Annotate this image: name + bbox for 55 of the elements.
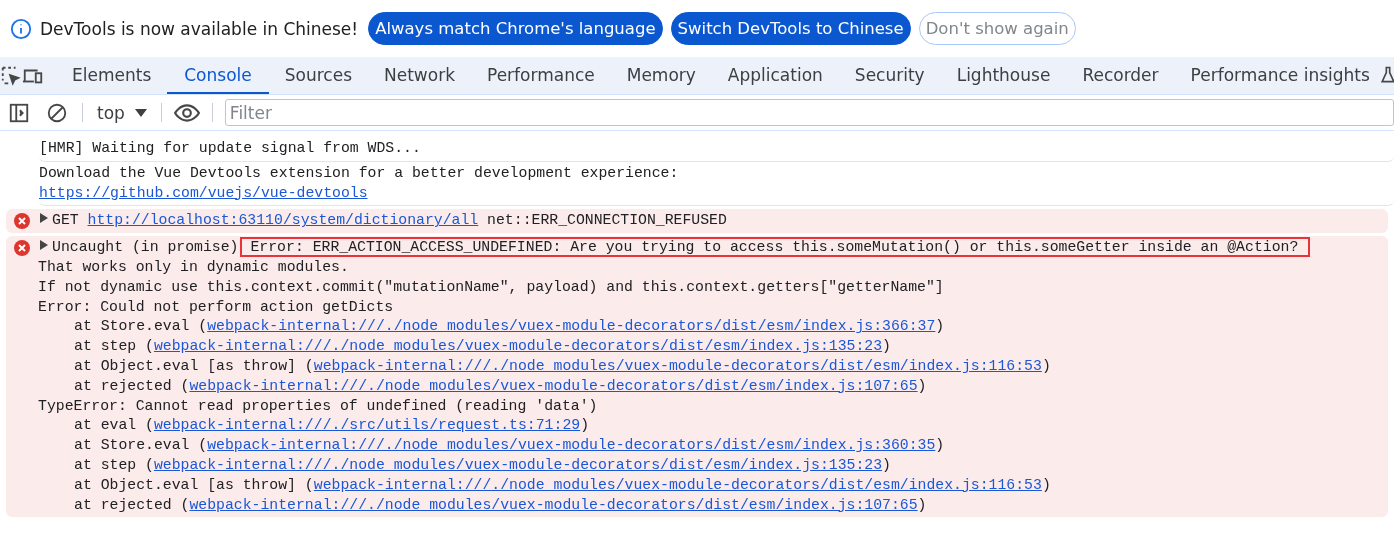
source-link[interactable]: webpack-internal:///./node_modules/vuex-module-decorators/dist/esm/index.js:360:35 [207,437,936,454]
source-link[interactable]: webpack-internal:///./node_modules/vuex-module-decorators/dist/esm/index.js:135:23 [153,456,883,473]
source-link[interactable]: http://localhost:63110/system/dictionary/all [87,212,479,229]
banner-button[interactable]: Switch DevTools to Chinese [670,12,911,45]
error-icon [14,213,30,230]
stack-frame: at Store.eval (webpack-internal:///./node_modules/vuex-module-decorators/dist/esm/index.js:366:37) [38,317,945,338]
console-text: GET http://localhost:63110/system/dictionary/all net::ERR_CONNECTION_REFUSED [38,211,727,232]
console-text: Download the Vue Devtools extension for a better development experience: [39,163,679,183]
banner-button[interactable]: Always match Chrome's language [368,12,663,45]
console-text: [HMR] Waiting for update signal from WDS... [39,139,421,158]
stack-frame: at eval (webpack-internal:///./src/utils/request.ts:71:29) [38,416,590,437]
filter-field[interactable]: Filter [224,99,1394,126]
source-link[interactable]: webpack-internal:///./src/utils/request.ts:71:29 [153,417,581,434]
highlighted-error-text: Error: ERR_ACTION_ACCESS_UNDEFINED: Are you trying to access this.someMutation() or this.someGetter inside an @Action? [240,237,1311,258]
stack-frame: at Object.eval [as throw] (webpack-internal:///./node_modules/vuex-module-decorators/dist/esm/index.js:116:53) [38,356,1051,377]
console-text: Uncaught (in promise) Error: ERR_ACTION_ACCESS_UNDEFINED: Are you trying to access this.someMutation() or this.someGetter inside an @Action? [38,238,1311,258]
clear-icon [46,101,68,124]
panel-tab[interactable]: Recorder [1066,57,1175,94]
expand-icon[interactable] [40,240,48,251]
panel-tab[interactable]: Performance insights [1174,57,1394,94]
inspect-icon [0,64,22,87]
panel-tab[interactable]: Lighthouse [940,57,1067,94]
banner-message: DevTools is now available in Chinese! [40,18,359,39]
panel-tab[interactable]: Sources [268,57,368,94]
error-icon [14,240,30,257]
source-link[interactable]: webpack-internal:///./node_modules/vuex-module-decorators/dist/esm/index.js:116:53 [313,357,1042,374]
stack-frame: at Object.eval [as throw] (webpack-internal:///./node_modules/vuex-module-decorators/dist/esm/index.js:116:53) [38,475,1051,496]
source-link[interactable]: webpack-internal:///./node_modules/vuex-module-decorators/dist/esm/index.js:107:65 [189,496,918,513]
context-dropdown[interactable]: top [89,95,155,130]
stack-frame: at rejected (webpack-internal:///./node_modules/vuex-module-decorators/dist/esm/index.js:107:65) [38,495,927,516]
console-text: That works only in dynamic modules. [38,258,349,277]
panel-tab[interactable]: Memory [610,57,712,94]
console-text: If not dynamic use this.context.commit("mutationName", payload) and this.context.getters["getterName"] [38,277,944,297]
panel-tab[interactable]: Console [167,57,269,94]
stack-frame: at step (webpack-internal:///./node_modules/vuex-module-decorators/dist/esm/index.js:135:23) [38,455,891,476]
source-link[interactable]: webpack-internal:///./node_modules/vuex-module-decorators/dist/esm/index.js:116:53 [313,476,1042,493]
expand-icon[interactable] [40,213,48,224]
panel-tab[interactable]: Network [368,57,471,94]
sidebar-icon [8,101,30,124]
source-link[interactable]: https://github.com/vuejs/vue-devtools [39,184,368,201]
panel-tab[interactable]: Application [711,57,839,94]
banner-button[interactable]: Don't show again [918,12,1076,45]
panel-tab[interactable]: Performance [471,57,611,94]
panel-tab[interactable]: Security [838,57,941,94]
stack-frame: at Store.eval (webpack-internal:///./node_modules/vuex-module-decorators/dist/esm/index.js:360:35) [38,436,945,456]
console-text: TypeError: Cannot read properties of undefined (reading 'data') [38,396,598,416]
stack-frame: at step (webpack-internal:///./node_modules/vuex-module-decorators/dist/esm/index.js:135:23) [38,337,891,357]
source-link[interactable]: webpack-internal:///./node_modules/vuex-module-decorators/dist/esm/index.js:366:37 [207,318,936,335]
console-text: Error: Could not perform action getDicts [38,297,394,317]
info-icon [10,17,32,40]
caret-icon [134,108,147,117]
panel-tab[interactable]: Elements [56,57,168,94]
source-link[interactable]: webpack-internal:///./node_modules/vuex-module-decorators/dist/esm/index.js:135:23 [153,338,883,355]
stack-frame: at rejected (webpack-internal:///./node_modules/vuex-module-decorators/dist/esm/index.js:107:65) [38,376,927,397]
source-link[interactable]: webpack-internal:///./node_modules/vuex-module-decorators/dist/esm/index.js:107:65 [189,377,918,394]
